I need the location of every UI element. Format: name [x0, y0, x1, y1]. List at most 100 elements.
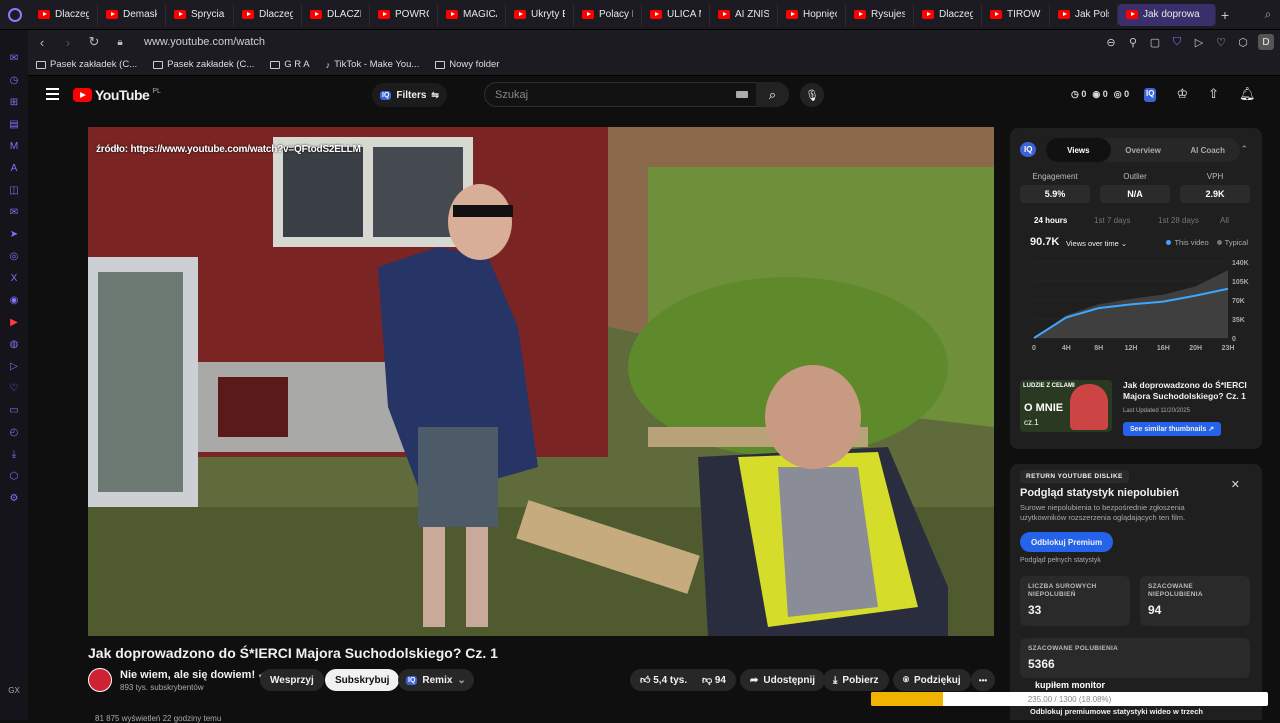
- x-icon[interactable]: X: [7, 272, 21, 286]
- tab-11[interactable]: Hopnięc: [778, 3, 846, 26]
- tab-active[interactable]: Jak doprowa: [1118, 3, 1216, 26]
- full-stats-link[interactable]: Podgląd pełnych statystyk: [1020, 557, 1101, 564]
- remix-button[interactable]: IQ Remix ⌄: [398, 669, 474, 691]
- bag-icon[interactable]: ⊞: [7, 96, 21, 110]
- history-icon[interactable]: ◷: [7, 74, 21, 88]
- youtube-icon[interactable]: ▶: [7, 316, 21, 330]
- download-icon[interactable]: ⤓: [7, 448, 21, 462]
- keyboard-icon[interactable]: [736, 91, 748, 98]
- subscribe-button[interactable]: Subskrybuj: [325, 669, 400, 691]
- stat-clock: ◷ 0: [1071, 89, 1087, 99]
- close-icon[interactable]: ✕: [1231, 478, 1240, 491]
- share-button[interactable]: ➦ Udostępnij: [740, 669, 826, 691]
- like-button[interactable]: 👍︎ 5,4 tys.: [640, 674, 687, 686]
- range-tab-2[interactable]: 1st 28 days: [1158, 216, 1199, 225]
- youtube-favicon-icon: [106, 10, 118, 19]
- support-button[interactable]: Wesprzyj: [260, 669, 324, 691]
- tab-12[interactable]: Rysujesz: [846, 3, 914, 26]
- tab-search-icon[interactable]: ⌕: [1256, 7, 1280, 22]
- bookmark-3[interactable]: ♪ TikTok - Make You...: [326, 59, 420, 70]
- vidiq-filters-button[interactable]: IQ Filters ⇋: [372, 83, 447, 107]
- news-icon[interactable]: ▭: [7, 404, 21, 418]
- new-tab-button[interactable]: +: [1216, 7, 1234, 23]
- vidiq-extension-icon[interactable]: IQ: [1144, 88, 1157, 102]
- youtube-favicon-icon: [446, 10, 458, 19]
- trophy-icon[interactable]: ♔: [1176, 86, 1188, 102]
- tab-0[interactable]: Dlaczego: [30, 3, 98, 26]
- settings-icon[interactable]: ⚙: [7, 492, 21, 506]
- opera-logo-icon[interactable]: [0, 0, 30, 30]
- collapse-icon[interactable]: ⌃: [1240, 144, 1248, 155]
- tab-2[interactable]: Spryciar: [166, 3, 234, 26]
- upload-icon[interactable]: ⇧: [1208, 86, 1219, 102]
- bookmark-4[interactable]: Nowy folder: [435, 59, 499, 70]
- bookmark-2[interactable]: G R A: [270, 59, 310, 70]
- youtube-logo[interactable]: YouTube PL: [73, 87, 161, 103]
- profile-avatar[interactable]: D: [1258, 34, 1274, 50]
- spotify-icon[interactable]: ◍: [7, 338, 21, 352]
- player-icon[interactable]: ▷: [7, 360, 21, 374]
- telegram-icon[interactable]: ➤: [7, 228, 21, 242]
- video-player[interactable]: źródło: https://www.youtube.com/watch?v=…: [88, 127, 994, 636]
- voice-search-button[interactable]: 🎙︎: [800, 83, 824, 107]
- player-icon[interactable]: ▷: [1192, 36, 1206, 49]
- range-tab-1[interactable]: 1st 7 days: [1094, 216, 1130, 225]
- tab-15[interactable]: Jak Polsk: [1050, 3, 1118, 26]
- unlock-premium-button[interactable]: Odblokuj Premium: [1020, 532, 1114, 552]
- tab-7[interactable]: Ukryty E: [506, 3, 574, 26]
- menu-icon[interactable]: [46, 88, 59, 100]
- clock-icon[interactable]: ◴: [7, 426, 21, 440]
- tab-5[interactable]: POWRÓT: [370, 3, 438, 26]
- dislike-button[interactable]: 👎︎ 94: [702, 674, 726, 686]
- related-thumbnail[interactable]: LUDZIE Z CELAMI O MNIE cz.1: [1020, 380, 1112, 432]
- search-button[interactable]: ⌕: [756, 82, 789, 107]
- tab-10[interactable]: AI ZNISZ: [710, 3, 778, 26]
- messenger-icon[interactable]: ✉: [7, 206, 21, 220]
- bookmark-heart-icon[interactable]: ♡: [1214, 36, 1228, 49]
- pin-icon[interactable]: ⚲: [1126, 36, 1140, 49]
- more-actions-button[interactable]: •••: [971, 669, 995, 691]
- vidiq-tab-ai-coach[interactable]: AI Coach: [1175, 138, 1240, 162]
- related-title[interactable]: Jak doprowadzono do Ś*IERCI Majora Sucho…: [1123, 380, 1251, 402]
- wallet-icon[interactable]: ▤: [7, 118, 21, 132]
- tab-9[interactable]: ULICA M: [642, 3, 710, 26]
- messenger-icon[interactable]: ✉: [7, 52, 21, 66]
- extensions-icon[interactable]: ⬡: [7, 470, 21, 484]
- tab-13[interactable]: Dlaczego: [914, 3, 982, 26]
- vpn-shield-icon[interactable]: ⛉: [1170, 36, 1184, 49]
- extensions-icon[interactable]: ⬡: [1236, 36, 1250, 49]
- tab-1[interactable]: Demasku: [98, 3, 166, 26]
- reload-icon[interactable]: ↻: [86, 34, 102, 50]
- related-thumbnail-card[interactable]: LUDZIE Z CELAMI O MNIE cz.1 Jak doprowad…: [1020, 376, 1254, 436]
- tab-4[interactable]: DLACZE: [302, 3, 370, 26]
- download-button[interactable]: ⤓ Pobierz: [823, 669, 889, 691]
- vidiq-tab-views[interactable]: Views: [1046, 138, 1111, 162]
- vidiq-tab-overview[interactable]: Overview: [1111, 138, 1176, 162]
- zoom-icon[interactable]: ⊖: [1104, 36, 1118, 49]
- forward-icon[interactable]: ›: [60, 35, 76, 50]
- range-tab-3[interactable]: All: [1220, 216, 1229, 225]
- bookmark-1[interactable]: Pasek zakładek (C...: [153, 59, 254, 70]
- discord-icon[interactable]: ◉: [7, 294, 21, 308]
- see-similar-thumbnails-button[interactable]: See similar thumbnails ↗: [1123, 422, 1222, 436]
- tab-label: Ukryty E: [531, 9, 565, 20]
- tab-6[interactable]: MAGICA: [438, 3, 506, 26]
- search-input[interactable]: Szukaj: [484, 82, 759, 107]
- tab-3[interactable]: Dlaczego: [234, 3, 302, 26]
- url-field[interactable]: www.youtube.com/watch: [144, 36, 265, 48]
- channel-name[interactable]: Nie wiem, ale się dowiem! ✔: [120, 669, 266, 681]
- heart-icon[interactable]: ♡: [7, 382, 21, 396]
- range-tab-0[interactable]: 24 hours: [1034, 216, 1067, 225]
- instagram-icon[interactable]: ◎: [7, 250, 21, 264]
- notifications-bell-icon[interactable]: 🔔︎: [1239, 86, 1256, 102]
- bookmark-0[interactable]: Pasek zakładek (C...: [36, 59, 137, 70]
- aria-icon[interactable]: A: [7, 162, 21, 176]
- channel-avatar[interactable]: [88, 668, 112, 692]
- snapshot-icon[interactable]: ▢: [1148, 36, 1162, 49]
- twitch-icon[interactable]: ◫: [7, 184, 21, 198]
- tab-8[interactable]: Polacy K: [574, 3, 642, 26]
- mail-icon[interactable]: M: [7, 140, 21, 154]
- back-icon[interactable]: ‹: [34, 35, 50, 50]
- thanks-button[interactable]: ⍟ Podziękuj: [893, 669, 971, 691]
- tab-14[interactable]: TIRÓWK: [982, 3, 1050, 26]
